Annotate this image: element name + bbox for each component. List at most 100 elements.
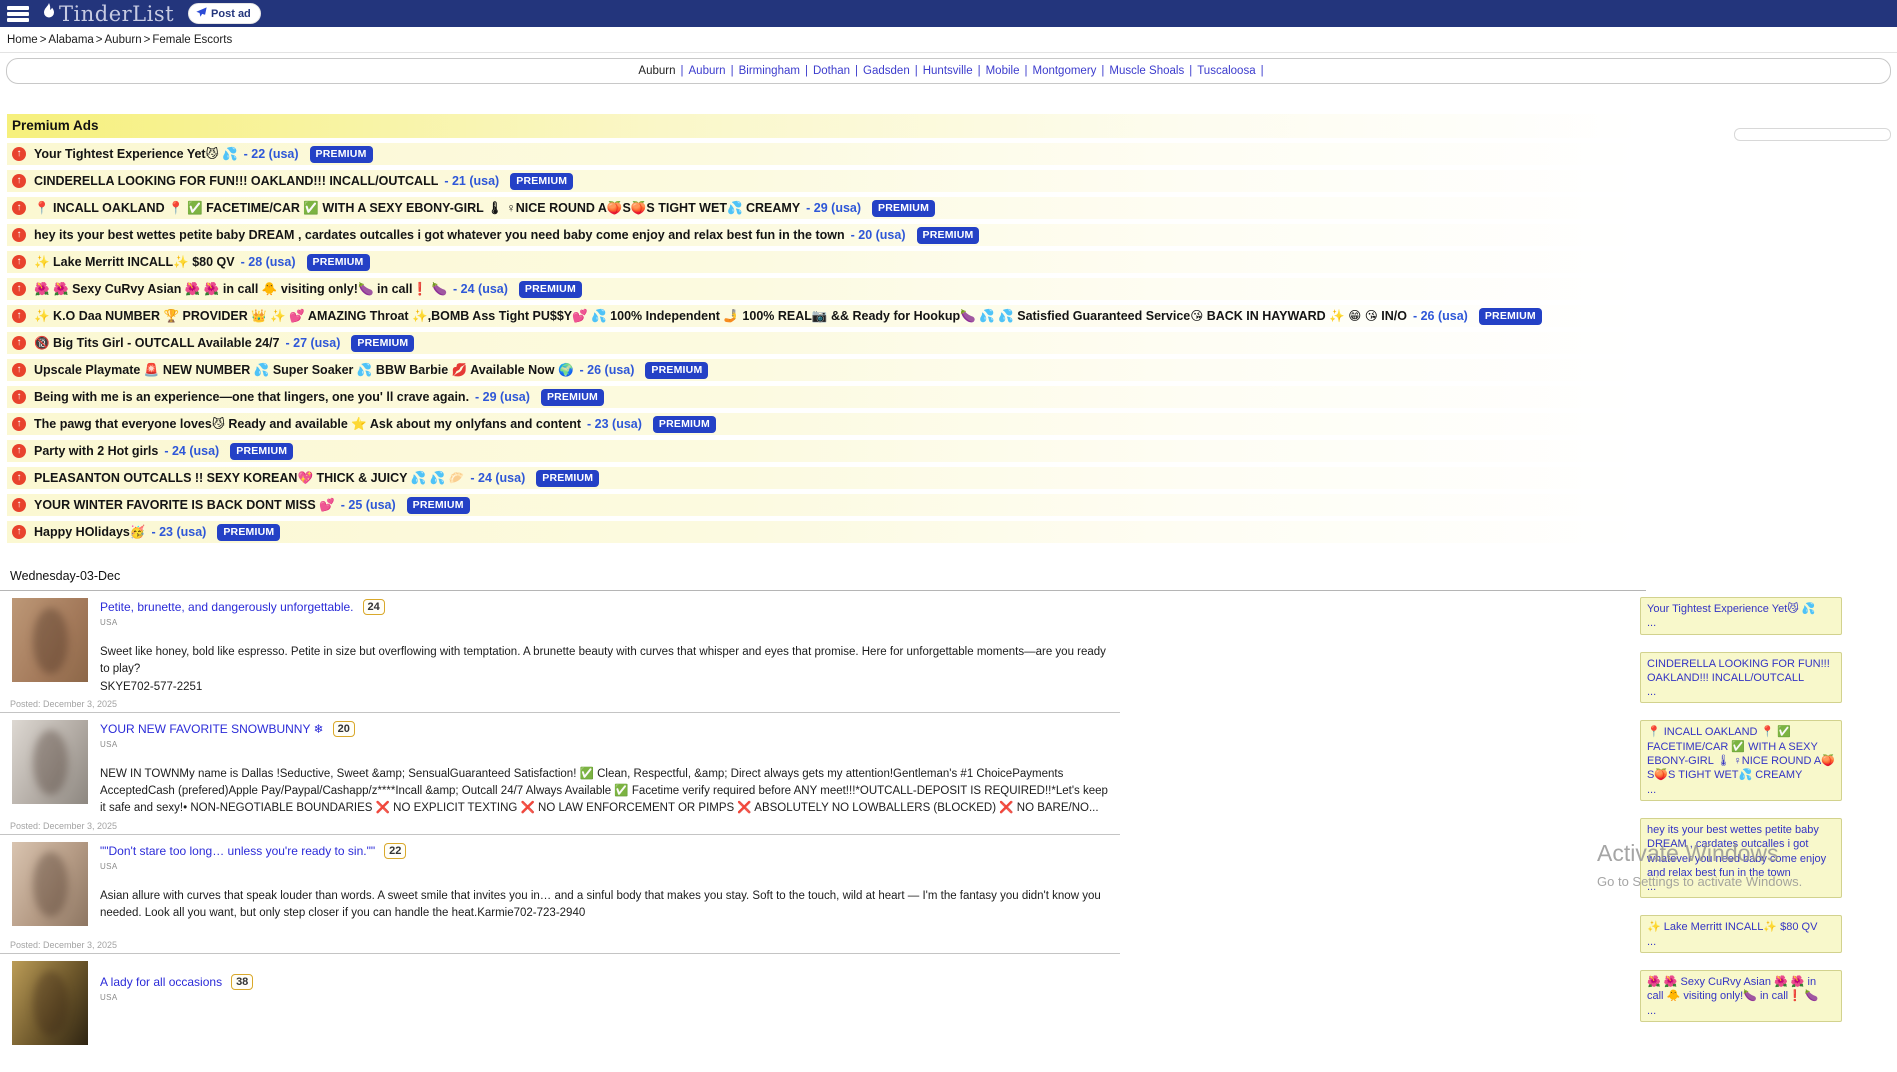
age-badge: 22 [384, 843, 406, 859]
premium-ad-title[interactable]: 🌺 🌺 Sexy CuRvy Asian 🌺 🌺 in call 🐥 visit… [34, 282, 447, 297]
sidebar-ad-box[interactable]: Your Tightest Experience Yet😼 💦 ... [1640, 597, 1842, 635]
premium-ad-age: - 25 (usa) [341, 498, 396, 512]
listing-phone: SKYE702-577-2251 [100, 679, 1108, 696]
sidebar-ad-ellipsis: ... [1647, 1004, 1835, 1018]
premium-ad-row[interactable]: Being with me is an experience—one that … [7, 386, 1640, 408]
premium-ad-row[interactable]: YOUR WINTER FAVORITE IS BACK DONT MISS 💕… [7, 494, 1640, 516]
listing-title[interactable]: ""Don't stare too long… unless you're re… [100, 844, 375, 858]
premium-ad-age: - 29 (usa) [475, 390, 530, 404]
premium-badge: PREMIUM [217, 524, 280, 541]
brand-name: TinderList [59, 2, 174, 26]
menu-icon[interactable] [7, 6, 29, 22]
brand-logo[interactable]: TinderList [41, 2, 174, 26]
premium-ad-age: - 26 (usa) [1413, 309, 1468, 323]
premium-ad-title[interactable]: 📍 INCALL OAKLAND 📍 ✅ FACETIME/CAR ✅ WITH… [34, 201, 800, 216]
bump-up-icon [12, 336, 26, 350]
premium-ad-title[interactable]: Your Tightest Experience Yet😼 💦 [34, 146, 238, 162]
breadcrumb-home[interactable]: Home [7, 34, 38, 46]
breadcrumb-separator: > [144, 34, 151, 46]
bump-up-icon [12, 417, 26, 431]
premium-ad-row[interactable]: CINDERELLA LOOKING FOR FUN!!! OAKLAND!!!… [7, 170, 1640, 192]
premium-ad-row[interactable]: The pawg that everyone loves😼 Ready and … [7, 413, 1640, 435]
sidebar-ad-ellipsis: ... [1647, 685, 1835, 699]
premium-ad-row[interactable]: Upscale Playmate 🚨 NEW NUMBER 💦 Super So… [7, 359, 1640, 381]
sidebar-ad-box[interactable]: ✨ Lake Merritt INCALL✨ $80 QV ... [1640, 915, 1842, 953]
listing-thumbnail[interactable] [12, 961, 88, 1045]
breadcrumb-separator: > [96, 34, 103, 46]
premium-ad-age: - 26 (usa) [580, 363, 635, 377]
listing-thumbnail[interactable] [12, 842, 88, 926]
listing-thumbnail[interactable] [12, 720, 88, 804]
bump-up-icon [12, 147, 26, 161]
bump-up-icon [12, 498, 26, 512]
city-link-muscle-shoals[interactable]: Muscle Shoals [1109, 65, 1184, 77]
age-badge: 20 [333, 721, 355, 737]
premium-ad-row[interactable]: ✨ K.O Daa NUMBER 🏆 PROVIDER 👑 ✨ 💕 AMAZIN… [7, 305, 1640, 327]
city-link-birmingham[interactable]: Birmingham [739, 65, 800, 77]
premium-ad-age: - 24 (usa) [453, 282, 508, 296]
city-separator: | [681, 65, 684, 77]
listing-thumbnail[interactable] [12, 598, 88, 682]
premium-ad-title[interactable]: ✨ Lake Merritt INCALL✨ $80 QV [34, 255, 235, 270]
listing-item: A lady for all occasions38 USA [0, 954, 1120, 1072]
premium-ad-row[interactable]: 🔞 Big Tits Girl - OUTCALL Available 24/7… [7, 332, 1640, 354]
post-ad-button[interactable]: Post ad [188, 3, 261, 24]
premium-ad-row[interactable]: 🌺 🌺 Sexy CuRvy Asian 🌺 🌺 in call 🐥 visit… [7, 278, 1640, 300]
top-navbar: TinderList Post ad [0, 0, 1897, 27]
bump-up-icon [12, 444, 26, 458]
breadcrumb-state[interactable]: Alabama [48, 34, 93, 46]
listing-body: Asian allure with curves that speak loud… [100, 888, 1108, 923]
listing-item: YOUR NEW FAVORITE SNOWBUNNY ❄20 USA NEW … [0, 713, 1120, 835]
premium-ad-age: - 24 (usa) [164, 444, 219, 458]
premium-badge: PREMIUM [310, 146, 373, 163]
premium-ad-title[interactable]: Happy HOlidays🥳 [34, 525, 145, 540]
listing-body: Sweet like honey, bold like espresso. Pe… [100, 644, 1108, 679]
premium-ad-title[interactable]: Party with 2 Hot girls [34, 444, 158, 458]
city-link-huntsville[interactable]: Huntsville [923, 65, 973, 77]
city-link-montgomery[interactable]: Montgomery [1032, 65, 1096, 77]
city-link-tuscaloosa[interactable]: Tuscaloosa [1197, 65, 1255, 77]
listing-title[interactable]: YOUR NEW FAVORITE SNOWBUNNY ❄ [100, 722, 324, 736]
premium-ad-row[interactable]: Party with 2 Hot girls - 24 (usa) PREMIU… [7, 440, 1640, 462]
premium-ad-row[interactable]: Happy HOlidays🥳 - 23 (usa) PREMIUM [7, 521, 1640, 543]
premium-ad-row[interactable]: hey its your best wettes petite baby DRE… [7, 224, 1640, 246]
premium-badge: PREMIUM [536, 470, 599, 487]
breadcrumb-city[interactable]: Auburn [105, 34, 142, 46]
sidebar-ad-ellipsis: ... [1647, 935, 1835, 949]
posted-date: Posted: December 3, 2025 [10, 821, 117, 831]
premium-ad-title[interactable]: ✨ K.O Daa NUMBER 🏆 PROVIDER 👑 ✨ 💕 AMAZIN… [34, 308, 1407, 324]
bump-up-icon [12, 255, 26, 269]
premium-ad-title[interactable]: Being with me is an experience—one that … [34, 390, 469, 404]
premium-ad-row[interactable]: PLEASANTON OUTCALLS !! SEXY KOREAN💖 THIC… [7, 467, 1640, 489]
premium-ad-row[interactable]: Your Tightest Experience Yet😼 💦 - 22 (us… [7, 143, 1640, 165]
premium-ad-age: - 22 (usa) [244, 147, 299, 161]
listing-title[interactable]: Petite, brunette, and dangerously unforg… [100, 600, 354, 614]
premium-ad-row[interactable]: ✨ Lake Merritt INCALL✨ $80 QV - 28 (usa)… [7, 251, 1640, 273]
premium-section-title: Premium Ads [7, 114, 1640, 138]
city-separator: | [855, 65, 858, 77]
bump-up-icon [12, 174, 26, 188]
breadcrumb: Home>Alabama>Auburn>Female Escorts [0, 27, 1897, 53]
premium-ad-title[interactable]: Upscale Playmate 🚨 NEW NUMBER 💦 Super So… [34, 363, 574, 378]
premium-ad-age: - 23 (usa) [587, 417, 642, 431]
city-link-dothan[interactable]: Dothan [813, 65, 850, 77]
premium-ad-title[interactable]: PLEASANTON OUTCALLS !! SEXY KOREAN💖 THIC… [34, 471, 464, 486]
premium-badge: PREMIUM [917, 227, 980, 244]
premium-ad-title[interactable]: YOUR WINTER FAVORITE IS BACK DONT MISS 💕 [34, 498, 335, 513]
premium-badge: PREMIUM [407, 497, 470, 514]
premium-ad-title[interactable]: 🔞 Big Tits Girl - OUTCALL Available 24/7 [34, 336, 279, 351]
sidebar-ad-box[interactable]: CINDERELLA LOOKING FOR FUN!!! OAKLAND!!!… [1640, 652, 1842, 704]
sidebar-ad-box[interactable]: 🌺 🌺 Sexy CuRvy Asian 🌺 🌺 in call 🐥 visit… [1640, 970, 1842, 1022]
premium-ad-title[interactable]: The pawg that everyone loves😼 Ready and … [34, 416, 581, 432]
sidebar-ad-box[interactable]: 📍 INCALL OAKLAND 📍 ✅ FACETIME/CAR ✅ WITH… [1640, 720, 1842, 800]
listing-title[interactable]: A lady for all occasions [100, 975, 222, 989]
premium-ad-row[interactable]: 📍 INCALL OAKLAND 📍 ✅ FACETIME/CAR ✅ WITH… [7, 197, 1640, 219]
premium-ad-title[interactable]: hey its your best wettes petite baby DRE… [34, 228, 845, 242]
premium-ad-title[interactable]: CINDERELLA LOOKING FOR FUN!!! OAKLAND!!!… [34, 174, 438, 188]
premium-ad-age: - 23 (usa) [151, 525, 206, 539]
bump-up-icon [12, 525, 26, 539]
city-link-mobile[interactable]: Mobile [986, 65, 1020, 77]
city-link-auburn[interactable]: Auburn [689, 65, 726, 77]
city-link-gadsden[interactable]: Gadsden [863, 65, 910, 77]
sidebar-ad-box[interactable]: hey its your best wettes petite baby DRE… [1640, 818, 1842, 898]
